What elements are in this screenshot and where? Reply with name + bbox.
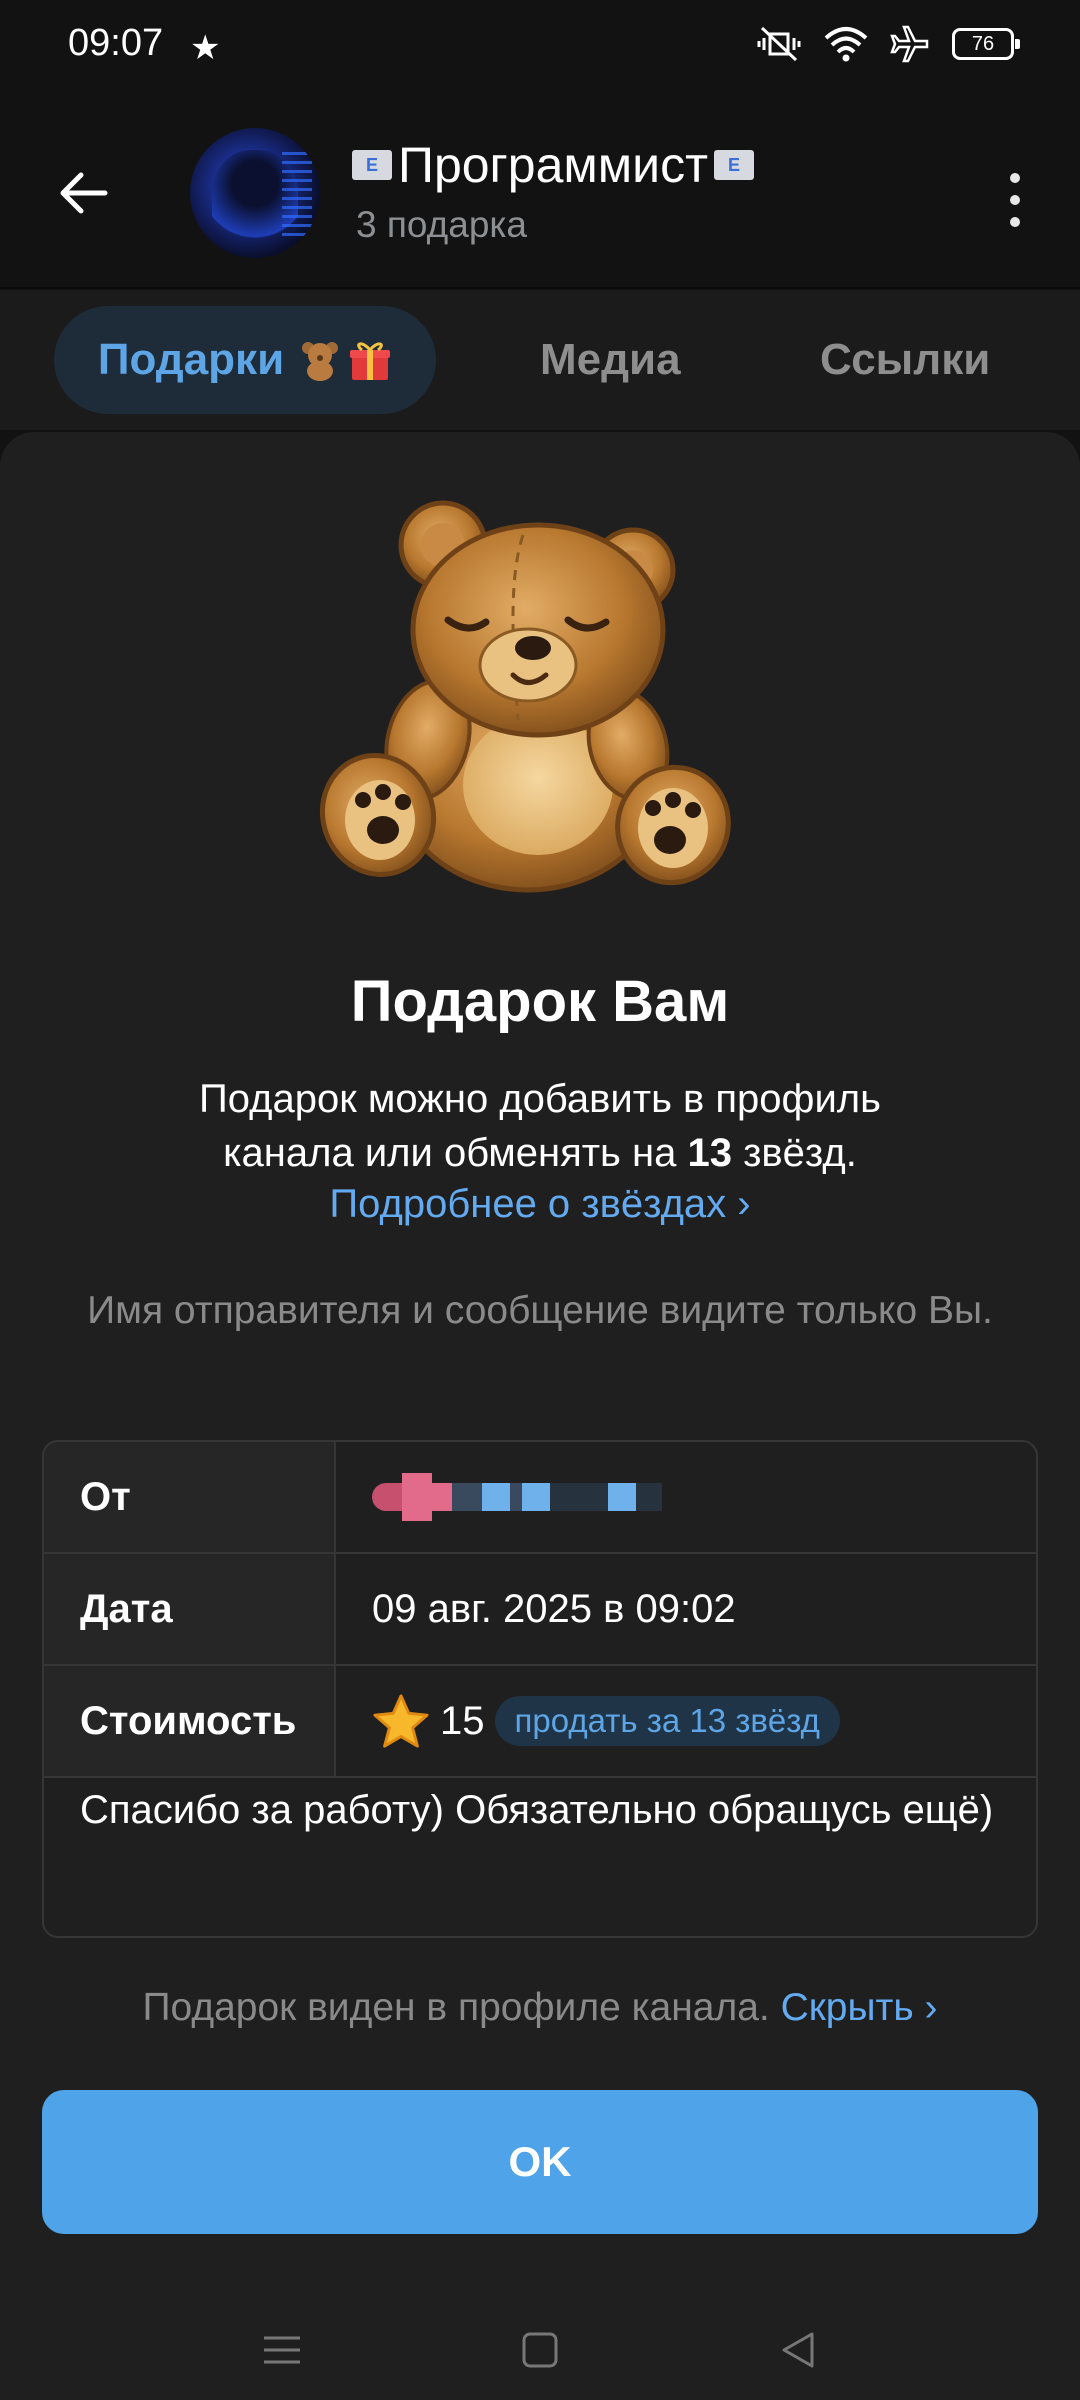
envelope-emoji-icon: E	[714, 150, 754, 180]
date-value: 09 авг. 2025 в 09:02	[372, 1586, 736, 1631]
back-button[interactable]	[40, 150, 126, 236]
cost-label: Стоимость	[44, 1666, 336, 1776]
gift-icon	[350, 342, 391, 380]
gift-description: Подарок можно добавить в профиль канала …	[90, 1072, 990, 1180]
channel-title[interactable]: E Программист E	[352, 136, 754, 194]
menu-icon	[264, 2336, 300, 2364]
home-button[interactable]	[510, 2320, 570, 2380]
status-time: 09:07	[68, 22, 164, 64]
recent-apps-button[interactable]	[252, 2320, 312, 2380]
tab-links[interactable]: Ссылки	[820, 306, 990, 414]
header-divider	[0, 287, 1080, 289]
sell-gift-button[interactable]: продать за 13 звёзд	[494, 1696, 840, 1746]
status-bar: 09:07 ★ 76	[0, 0, 1080, 100]
arrow-left-icon	[60, 172, 108, 214]
gift-title: Подарок Вам	[350, 969, 730, 1034]
visibility-note: Подарок виден в профиле канала. Скрыть ›	[0, 1986, 1080, 2030]
gift-desc-line2: канала или обменять на 13 звёзд.	[223, 1131, 857, 1175]
stars-info-link[interactable]: Подробнее о звёздах ›	[0, 1182, 1080, 1227]
tab-gifts-label: Подарки	[97, 335, 285, 384]
triangle-back-icon	[782, 2332, 814, 2368]
star-icon	[373, 1694, 429, 1748]
channel-avatar[interactable]	[190, 128, 320, 258]
wifi-icon	[824, 27, 868, 62]
teddy-bear-icon	[302, 342, 339, 381]
channel-header: E Программист E 3 подарка	[0, 100, 1080, 288]
tab-bar: Подарки Медиа Ссылки	[0, 290, 1080, 430]
visibility-text: Подарок виден в профиле канала.	[142, 1986, 781, 2029]
vibrate-off-icon	[757, 26, 801, 62]
airplane-icon	[890, 25, 929, 63]
sender-value[interactable]	[336, 1442, 1036, 1552]
table-row-date: Дата 09 авг. 2025 в 09:02	[44, 1554, 1036, 1664]
gift-info-table: От Дата 09 авг. 2025 в 09:02 Стоимость 1…	[42, 1440, 1038, 1938]
channel-title-text: Программист	[398, 137, 708, 193]
gift-message: Спасибо за работу) Обязательно обращусь …	[80, 1788, 994, 1832]
gift-desc-line1: Подарок можно добавить в профиль	[199, 1077, 881, 1121]
more-menu-button[interactable]	[980, 150, 1050, 250]
sender-name-redacted	[372, 1473, 662, 1521]
cost-amount: 15	[440, 1698, 485, 1743]
gift-sheet: Подарок Вам Подарок можно добавить в про…	[0, 432, 1080, 2400]
envelope-emoji-icon: E	[352, 150, 392, 180]
hide-gift-link[interactable]: Скрыть ›	[781, 1986, 938, 2029]
table-row-from: От	[44, 1442, 1036, 1552]
star-icon: ★	[190, 29, 221, 67]
square-icon	[522, 2332, 558, 2368]
date-label: Дата	[44, 1554, 336, 1664]
privacy-note: Имя отправителя и сообщение видите тольк…	[87, 1289, 993, 1332]
back-nav-button[interactable]	[768, 2320, 828, 2380]
cost-value: 15 продать за 13 звёзд	[336, 1666, 1036, 1776]
status-icons: 76	[756, 24, 1020, 64]
ok-button[interactable]: OK	[42, 2090, 1038, 2234]
teddy-bear-sticker	[319, 500, 731, 893]
tab-media[interactable]: Медиа	[540, 306, 681, 414]
channel-subtitle: 3 подарка	[356, 204, 527, 245]
battery-icon: 76	[952, 28, 1020, 60]
tab-gifts[interactable]: Подарки	[54, 306, 436, 414]
from-label: От	[44, 1442, 336, 1552]
table-row-cost: Стоимость 15 продать за 13 звёзд	[44, 1666, 1036, 1776]
system-nav-bar	[0, 2290, 1080, 2400]
